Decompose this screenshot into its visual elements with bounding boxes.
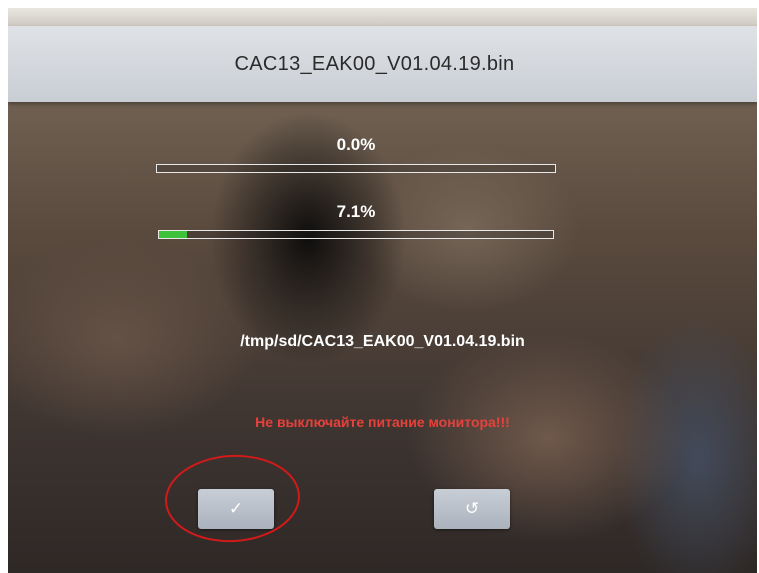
firmware-file-title: CAC13_EAK00_V01.04.19.bin [234,52,515,75]
progress-bar-1 [156,164,556,173]
progress-percent-2: 7.1% [336,202,376,221]
return-icon: ↺ [464,499,480,518]
file-path-label: /tmp/sd/CAC13_EAK00_V01.04.19.bin [240,333,525,350]
power-warning-text: Не выключайте питание монитора!!! [255,414,510,430]
monitor-bezel [8,8,757,26]
progress-bar-2 [158,230,554,239]
progress-fill-2 [159,231,187,238]
device-screen-photo: CAC13_EAK00_V01.04.19.bin 0.0% 7.1% /tmp… [8,8,757,573]
progress-percent-1: 0.0% [336,135,376,154]
title-bar: CAC13_EAK00_V01.04.19.bin [8,26,757,102]
back-button[interactable]: ↺ [434,489,510,529]
